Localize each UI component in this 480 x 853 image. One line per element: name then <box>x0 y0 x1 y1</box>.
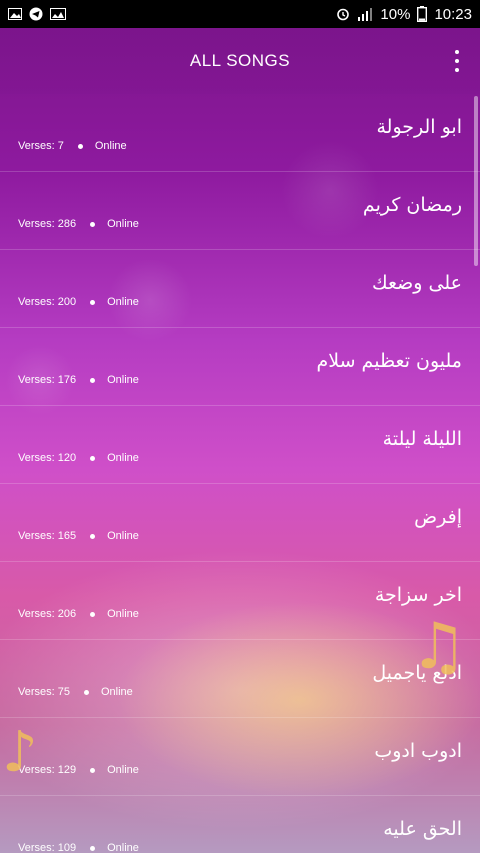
overflow-menu-icon[interactable] <box>454 50 460 72</box>
status-label: Online <box>107 374 139 386</box>
song-meta: Verses: 7 Online <box>18 140 127 152</box>
song-meta: Verses: 109 Online <box>18 842 139 853</box>
separator-dot <box>83 689 89 695</box>
scrollbar[interactable] <box>474 96 478 266</box>
song-title: ادوب ادوب <box>374 740 462 762</box>
song-meta: Verses: 75 Online <box>18 686 133 698</box>
song-title: الحق عليه <box>383 818 462 840</box>
status-label: Online <box>107 608 139 620</box>
page-title: ALL SONGS <box>189 51 291 70</box>
song-meta: Verses: 176 Online <box>18 374 139 386</box>
status-label: Online <box>107 296 139 308</box>
separator-dot <box>90 611 96 617</box>
verse-count: Verses: 200 <box>18 296 77 308</box>
separator-dot <box>90 377 96 383</box>
song-title: مليون تعظيم سلام <box>316 350 463 372</box>
music-note-icon: ♫ <box>410 610 468 684</box>
battery-percent: 10% <box>380 5 411 23</box>
list-item[interactable]: على وضعك Verses: 200 Online <box>0 250 480 328</box>
song-meta: Verses: 120 Online <box>18 452 139 464</box>
song-title: الليلة ليلتة <box>382 428 462 450</box>
verse-count: Verses: 165 <box>18 530 77 542</box>
song-title: إفرض <box>414 506 462 528</box>
app-bar: ALL SONGS <box>0 28 480 94</box>
list-item[interactable]: الحق عليه Verses: 109 Online <box>0 796 480 853</box>
song-meta: Verses: 165 Online <box>18 530 139 542</box>
photo-icon <box>50 8 66 20</box>
list-item[interactable]: ابو الرجولة Verses: 7 Online <box>0 94 480 172</box>
separator-dot <box>90 845 96 851</box>
verse-count: Verses: 7 <box>18 140 64 152</box>
music-note-icon: ♪ <box>2 720 38 785</box>
list-item[interactable]: رمضان كريم Verses: 286 Online <box>0 172 480 250</box>
list-item[interactable]: ادلع ياجميل Verses: 75 Online <box>0 640 480 718</box>
status-bar: 10% 10:23 <box>0 0 480 28</box>
verse-count: Verses: 286 <box>18 218 77 230</box>
song-meta: Verses: 286 Online <box>18 218 139 230</box>
status-label: Online <box>100 686 133 698</box>
list-item[interactable]: ادوب ادوب Verses: 129 Online <box>0 718 480 796</box>
song-list: ابو الرجولة Verses: 7 Online رمضان كريم … <box>0 94 480 853</box>
verse-count: Verses: 206 <box>18 608 77 620</box>
separator-dot <box>90 455 96 461</box>
verse-count: Verses: 120 <box>18 452 77 464</box>
status-label: Online <box>94 140 127 152</box>
song-meta: Verses: 200 Online <box>18 296 139 308</box>
separator-dot <box>77 143 83 149</box>
song-title: ابو الرجولة <box>376 116 462 138</box>
status-label: Online <box>107 842 139 853</box>
list-item[interactable]: الليلة ليلتة Verses: 120 Online <box>0 406 480 484</box>
song-title: رمضان كريم <box>362 194 462 216</box>
list-item[interactable]: اخر سزاجة Verses: 206 Online <box>0 562 480 640</box>
image-icon <box>8 8 22 20</box>
status-label: Online <box>107 452 139 464</box>
verse-count: Verses: 109 <box>18 842 77 853</box>
song-meta: Verses: 206 Online <box>18 608 139 620</box>
song-title: على وضعك <box>372 272 462 294</box>
status-bar-right: 10% 10:23 <box>336 6 472 23</box>
separator-dot <box>90 533 96 539</box>
status-label: Online <box>107 218 139 230</box>
battery-icon <box>417 6 428 22</box>
status-label: Online <box>107 764 139 776</box>
status-label: Online <box>107 530 139 542</box>
verse-count: Verses: 75 <box>18 686 70 698</box>
verse-count: Verses: 176 <box>18 374 77 386</box>
signal-icon <box>358 8 373 21</box>
status-bar-left <box>8 7 66 21</box>
telegram-icon <box>29 7 43 21</box>
clock: 10:23 <box>434 5 472 23</box>
list-item[interactable]: إفرض Verses: 165 Online <box>0 484 480 562</box>
separator-dot <box>90 299 96 305</box>
alarm-icon <box>337 8 350 21</box>
separator-dot <box>90 767 96 773</box>
list-item[interactable]: مليون تعظيم سلام Verses: 176 Online <box>0 328 480 406</box>
separator-dot <box>90 221 96 227</box>
song-title: اخر سزاجة <box>374 584 462 606</box>
